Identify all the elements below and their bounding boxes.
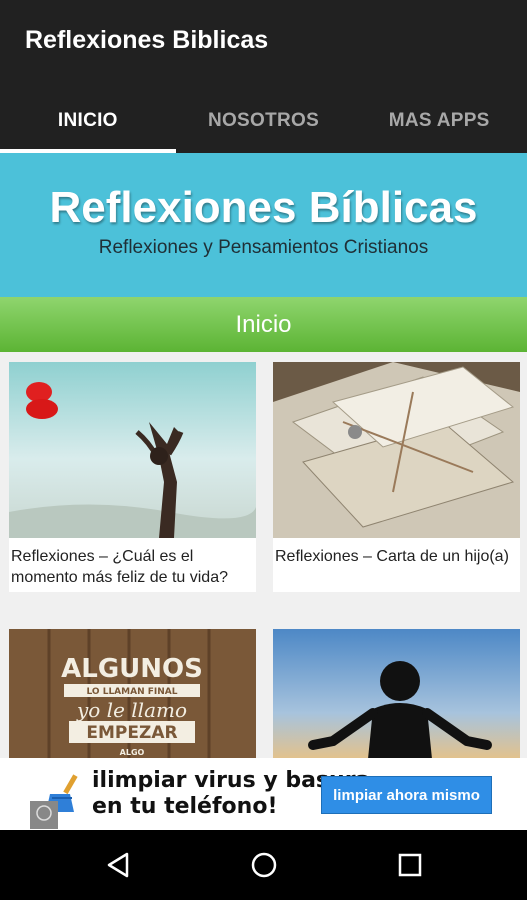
ad-cta-button[interactable]: limpiar ahora mismo: [321, 776, 492, 814]
post-thumbnail[interactable]: ALGUNOS LO LLAMAN FINAL yo le llamo EMPE…: [9, 629, 256, 758]
banner-title: Reflexiones Bíblicas: [49, 183, 478, 232]
section-header: Inicio: [0, 297, 527, 352]
post-title[interactable]: Reflexiones – ¿Cuál es el momento más fe…: [9, 538, 256, 588]
ad-info-icon[interactable]: [30, 801, 58, 829]
post-card[interactable]: ALGUNOS LO LLAMAN FINAL yo le llamo EMPE…: [9, 629, 256, 758]
post-thumbnail[interactable]: [9, 362, 256, 538]
app-bar: Reflexiones Biblicas INICIO NOSOTROS MAS…: [0, 0, 527, 153]
meditation-image: [273, 629, 520, 758]
tab-nosotros[interactable]: NOSOTROS: [176, 88, 352, 153]
letters-image: [273, 362, 520, 538]
banner-subtitle: Reflexiones y Pensamientos Cristianos: [98, 237, 429, 258]
tab-mas-apps[interactable]: MAS APPS: [351, 88, 527, 153]
quote-line-5: ALGO: [120, 748, 145, 757]
quote-line-2: LO LLAMAN FINAL: [87, 687, 178, 697]
post-card[interactable]: Reflexiones – Carta de un hijo(a): [273, 362, 520, 592]
post-thumbnail[interactable]: [273, 362, 520, 538]
happy-woman-image: [9, 362, 256, 538]
post-card[interactable]: [273, 629, 520, 758]
quote-line-4: EMPEZAR: [86, 723, 177, 743]
post-thumbnail[interactable]: [273, 629, 520, 758]
quote-image: ALGUNOS LO LLAMAN FINAL yo le llamo EMPE…: [9, 629, 256, 758]
tab-inicio[interactable]: INICIO: [0, 88, 176, 153]
quote-line-3: yo le llamo: [76, 698, 187, 722]
post-card[interactable]: Reflexiones – ¿Cuál es el momento más fe…: [9, 362, 256, 592]
post-title[interactable]: Reflexiones – Carta de un hijo(a): [273, 538, 520, 567]
system-nav-bar: [0, 830, 527, 900]
app-title: Reflexiones Biblicas: [25, 26, 269, 54]
quote-line-1: ALGUNOS: [61, 654, 203, 684]
home-icon[interactable]: [244, 845, 284, 885]
back-icon[interactable]: [98, 845, 138, 885]
header-banner: Reflexiones Bíblicas Reflexiones y Pensa…: [0, 153, 527, 297]
tab-bar: INICIO NOSOTROS MAS APPS: [0, 88, 527, 153]
posts-grid: Reflexiones – ¿Cuál es el momento más fe…: [0, 352, 527, 758]
recents-icon[interactable]: [390, 845, 430, 885]
